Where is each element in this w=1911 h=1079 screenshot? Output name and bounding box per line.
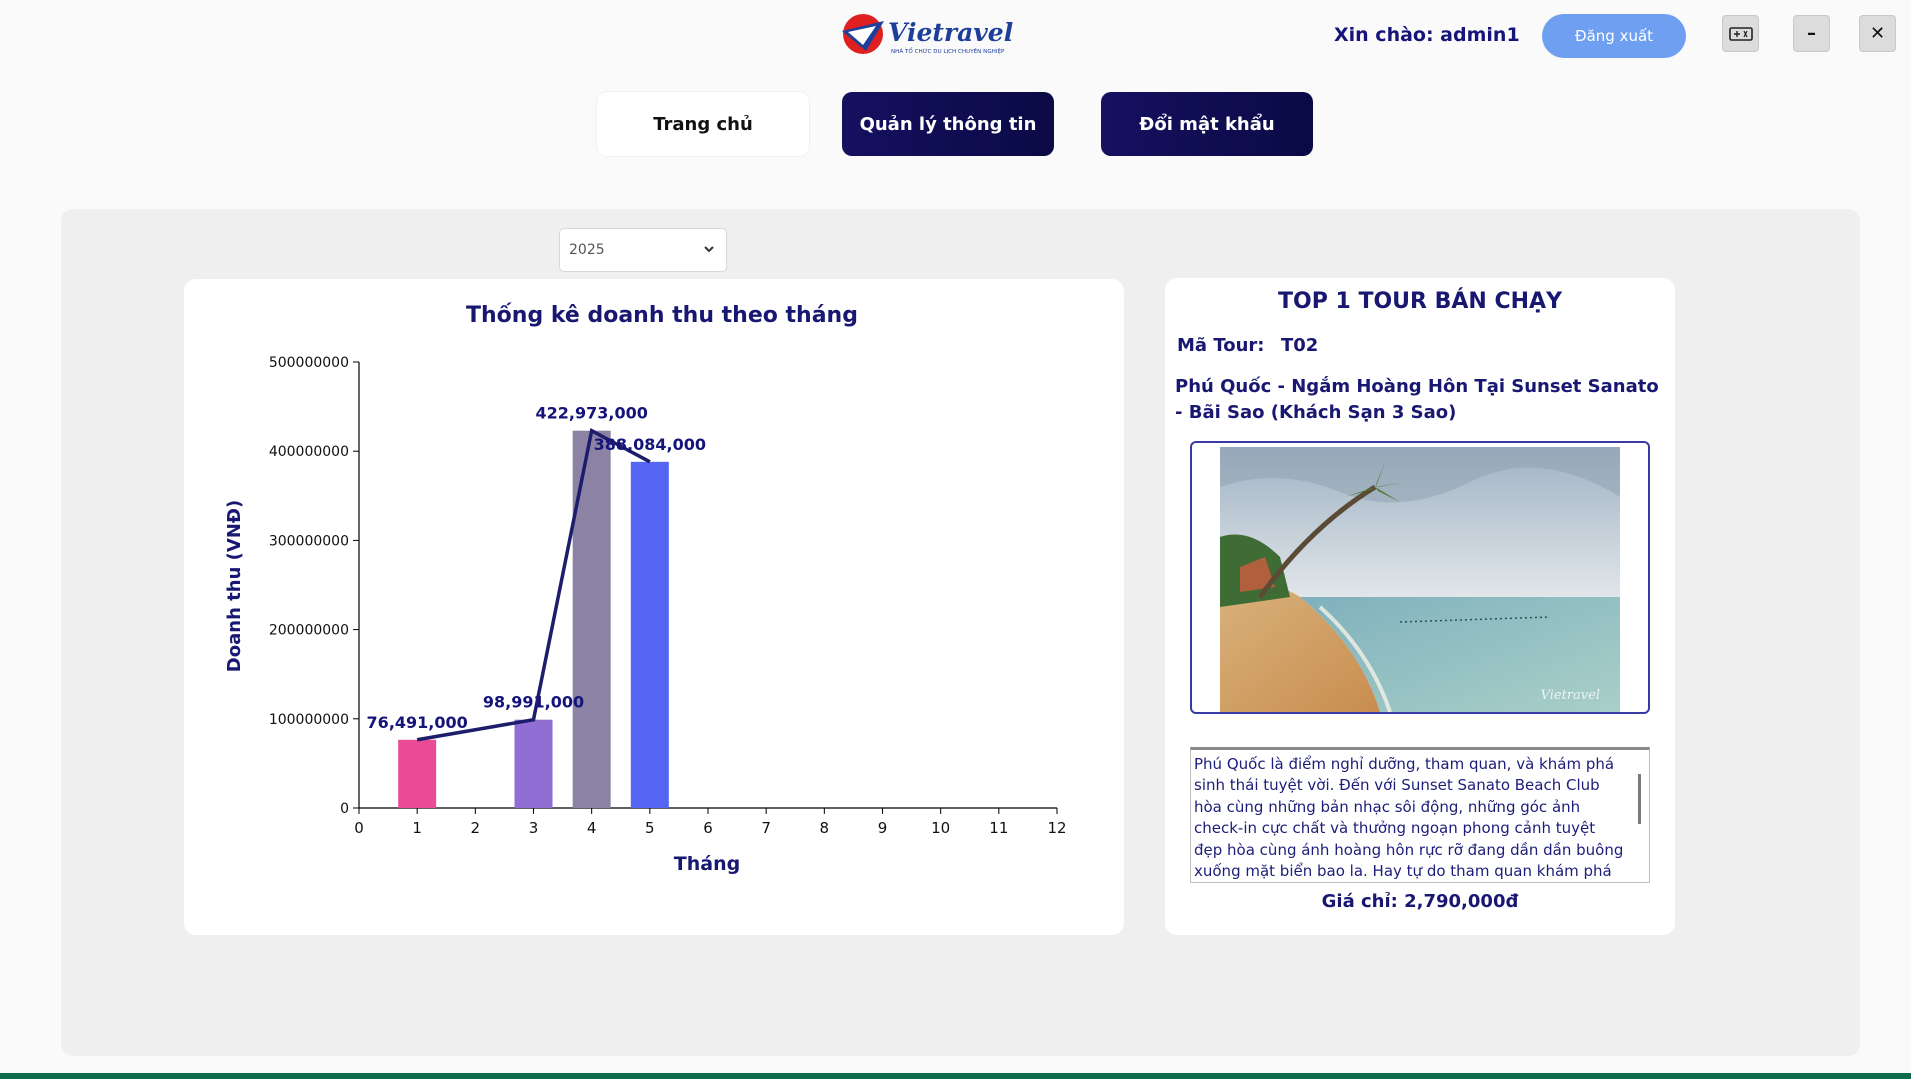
year-select[interactable]: 2025 xyxy=(559,228,727,272)
greeting-text: Xin chào: admin1 xyxy=(1334,24,1520,46)
bar-value-label: 76,491,000 xyxy=(367,713,468,732)
x-tick-label: 0 xyxy=(354,819,364,837)
minimize-button[interactable]: – xyxy=(1793,15,1830,52)
y-tick-label: 400000000 xyxy=(269,444,349,460)
x-tick-label: 2 xyxy=(471,819,481,837)
window-bottom-edge xyxy=(0,1073,1911,1079)
revenue-chart-card: Thống kê doanh thu theo tháng Tháng Doan… xyxy=(184,279,1124,935)
y-tick-label: 100000000 xyxy=(269,712,349,728)
keyboard-icon xyxy=(1728,26,1753,41)
bar-month-4 xyxy=(572,430,611,808)
logo-text: Vietravel xyxy=(888,18,1013,47)
image-watermark: Vietravel xyxy=(1541,688,1600,703)
x-tick-label: 8 xyxy=(820,819,830,837)
vietravel-logo: Vietravel NHÀ TỔ CHỨC DU LỊCH CHUYÊN NGH… xyxy=(836,11,1032,57)
chart-title: Thống kê doanh thu theo tháng xyxy=(466,303,858,328)
top-tour-heading: TOP 1 TOUR BÁN CHẠY xyxy=(1277,289,1562,314)
chevron-down-icon xyxy=(704,246,714,253)
x-tick-label: 5 xyxy=(645,819,655,837)
tour-description-box[interactable]: Phú Quốc là điểm nghỉ dưỡng, tham quan, … xyxy=(1190,747,1650,883)
tour-code-label: Mã Tour: xyxy=(1177,335,1265,356)
x-tick-label: 6 xyxy=(703,819,713,837)
y-tick-label: 200000000 xyxy=(269,623,349,639)
tour-image-frame: Vietravel xyxy=(1190,441,1650,714)
bar-value-label: 422,973,000 xyxy=(535,404,647,423)
bar-value-label: 388,084,000 xyxy=(594,435,706,454)
x-tick-label: 1 xyxy=(412,819,422,837)
bar-month-3 xyxy=(514,719,553,808)
y-tick-label: 500000000 xyxy=(269,355,349,371)
logo-tagline: NHÀ TỔ CHỨC DU LỊCH CHUYÊN NGHIỆP xyxy=(891,47,1005,55)
bar-month-1 xyxy=(398,739,437,808)
x-tick-label: 7 xyxy=(761,819,771,837)
y-tick-label: 0 xyxy=(340,801,349,817)
nav-change-password-button[interactable]: Đổi mật khẩu xyxy=(1101,92,1313,156)
x-tick-label: 12 xyxy=(1047,819,1066,837)
year-select-value: 2025 xyxy=(569,242,605,258)
chart-y-label: Doanh thu (VNĐ) xyxy=(224,500,245,672)
tour-description: Phú Quốc là điểm nghỉ dưỡng, tham quan, … xyxy=(1194,755,1624,881)
x-tick-label: 11 xyxy=(989,819,1008,837)
bar-value-label: 98,991,000 xyxy=(483,693,584,712)
tour-beach-image: Vietravel xyxy=(1220,447,1620,712)
y-tick-label: 300000000 xyxy=(269,533,349,549)
tour-price: Giá chỉ: 2,790,000đ xyxy=(1321,891,1519,912)
nav-manage-info-button[interactable]: Quản lý thông tin xyxy=(842,92,1054,156)
bar-month-5 xyxy=(630,461,669,808)
description-scrollbar[interactable] xyxy=(1638,774,1641,824)
x-tick-label: 3 xyxy=(529,819,539,837)
x-tick-label: 9 xyxy=(878,819,888,837)
close-button[interactable]: ✕ xyxy=(1859,15,1896,52)
revenue-chart: Thống kê doanh thu theo tháng Tháng Doan… xyxy=(224,303,1067,875)
top-tour-card: TOP 1 TOUR BÁN CHẠY Mã Tour: T02 Phú Quố… xyxy=(1165,278,1675,935)
x-tick-label: 4 xyxy=(587,819,597,837)
nav-home-button[interactable]: Trang chủ xyxy=(597,92,809,156)
tour-code-value: T02 xyxy=(1281,335,1319,356)
keyboard-toggle-button[interactable] xyxy=(1722,15,1759,52)
tour-name: Phú Quốc - Ngắm Hoàng Hôn Tại Sunset San… xyxy=(1175,376,1659,423)
logout-button[interactable]: Đăng xuất xyxy=(1542,14,1686,58)
x-tick-label: 10 xyxy=(931,819,950,837)
chart-x-label: Tháng xyxy=(674,853,740,875)
